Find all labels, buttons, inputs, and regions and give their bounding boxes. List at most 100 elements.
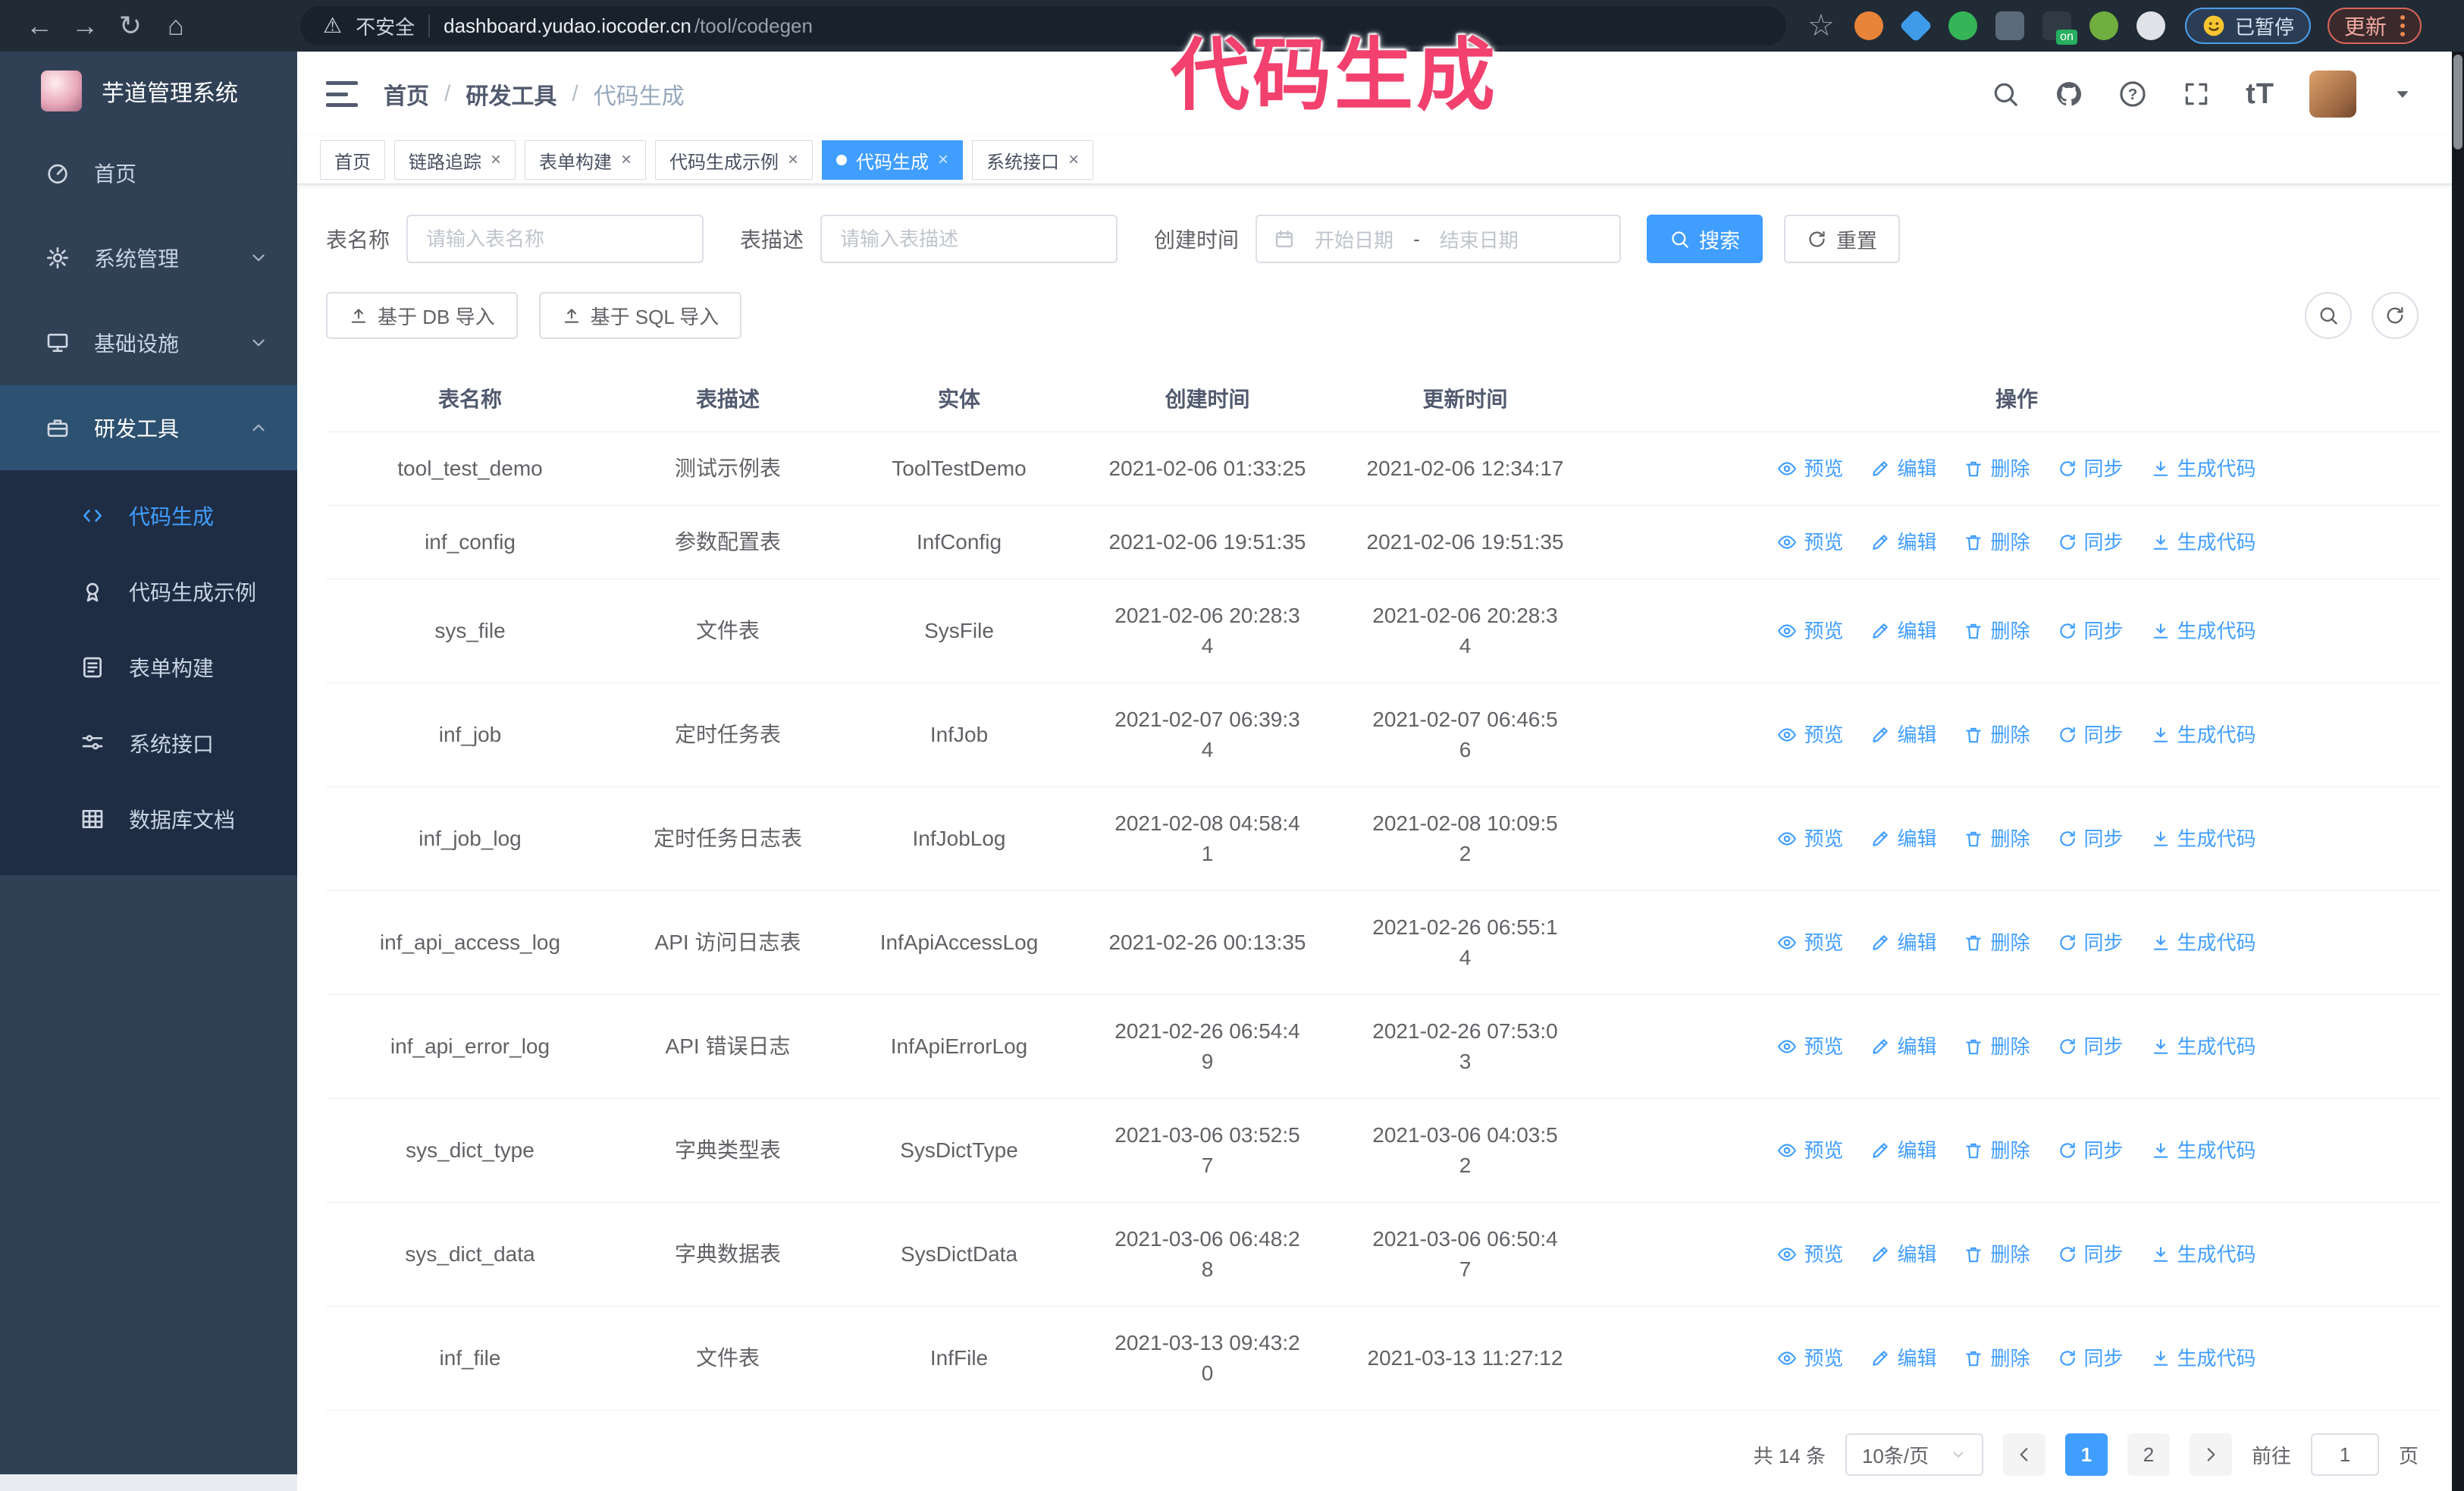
action-edit[interactable]: 编辑 [1870, 1343, 1936, 1373]
scrollbar-thumb[interactable] [2453, 55, 2462, 149]
back-icon[interactable]: ← [20, 6, 59, 46]
action-sync[interactable]: 同步 [2058, 454, 2124, 484]
action-delete[interactable]: 删除 [1964, 824, 2030, 854]
sidebar-submenu-item[interactable]: 代码生成 [0, 478, 297, 554]
green-check-extension-icon[interactable] [1948, 11, 1977, 40]
font-size-icon[interactable]: tT [2246, 80, 2274, 108]
action-download[interactable]: 生成代码 [2151, 720, 2256, 750]
page-number-button[interactable]: 2 [2127, 1433, 2170, 1476]
action-delete[interactable]: 删除 [1964, 928, 2030, 958]
sidebar-item-dashboard[interactable]: 首页 [0, 130, 297, 215]
action-download[interactable]: 生成代码 [2151, 1135, 2256, 1166]
sidebar-submenu-item[interactable]: 系统接口 [0, 705, 297, 781]
tab[interactable]: 链路追踪 × [394, 140, 516, 180]
grid-drop-extension-icon[interactable] [1995, 11, 2024, 40]
sidebar-item-toolbox[interactable]: 研发工具 [0, 385, 297, 470]
action-eye[interactable]: 预览 [1777, 1135, 1843, 1166]
table-row[interactable]: sys_dict_type 字典类型表 SysDictType 2021-03-… [326, 1099, 2441, 1203]
toggle-search-button[interactable] [2305, 292, 2352, 339]
hamburger-icon[interactable] [326, 81, 358, 107]
orange-extension-icon[interactable] [1854, 11, 1883, 40]
goto-page-input[interactable] [2310, 1433, 2379, 1476]
table-row[interactable]: sys_file 文件表 SysFile 2021-02-06 20:28:3 … [326, 579, 2441, 683]
action-eye[interactable]: 预览 [1777, 824, 1843, 854]
fullscreen-icon[interactable] [2182, 80, 2211, 108]
refresh-button[interactable] [2372, 292, 2419, 339]
action-sync[interactable]: 同步 [2058, 527, 2124, 557]
tab[interactable]: 表单构建 × [525, 140, 647, 180]
import-sql-button[interactable]: 基于 SQL 导入 [538, 292, 742, 339]
forward-icon[interactable]: → [65, 6, 105, 46]
page-number-button[interactable]: 1 [2064, 1433, 2108, 1476]
sidebar-item-gear[interactable]: 系统管理 [0, 215, 297, 300]
action-delete[interactable]: 删除 [1964, 720, 2030, 750]
table-row[interactable]: inf_config 参数配置表 InfConfig 2021-02-06 19… [326, 506, 2441, 579]
action-edit[interactable]: 编辑 [1870, 1239, 1936, 1270]
reset-button[interactable]: 重置 [1784, 215, 1901, 263]
profile-paused-chip[interactable]: 已暂停 [2184, 8, 2311, 44]
close-icon[interactable]: × [938, 149, 948, 171]
action-sync[interactable]: 同步 [2058, 720, 2124, 750]
address-bar[interactable]: ⚠ 不安全 dashboard.yudao.iocoder.cn /tool/c… [300, 6, 1786, 46]
user-avatar[interactable] [2309, 71, 2356, 118]
tab[interactable]: 系统接口 × [972, 140, 1094, 180]
action-sync[interactable]: 同步 [2058, 616, 2124, 646]
close-icon[interactable]: × [491, 149, 501, 171]
prev-page-button[interactable] [2002, 1433, 2045, 1476]
action-edit[interactable]: 编辑 [1870, 527, 1936, 557]
action-edit[interactable]: 编辑 [1870, 824, 1936, 854]
dark-on-extension-icon[interactable]: on [2042, 11, 2077, 45]
page-size-select[interactable]: 10条/页 [1845, 1433, 1983, 1476]
breadcrumb-home[interactable]: 首页 [384, 77, 429, 111]
action-edit[interactable]: 编辑 [1870, 720, 1936, 750]
kebab-menu-icon[interactable] [2400, 15, 2405, 36]
table-row[interactable]: tool_test_demo 测试示例表 ToolTestDemo 2021-0… [326, 432, 2441, 506]
tab[interactable]: 代码生成 × [822, 140, 964, 180]
action-delete[interactable]: 删除 [1964, 1135, 2030, 1166]
action-delete[interactable]: 删除 [1964, 527, 2030, 557]
action-download[interactable]: 生成代码 [2151, 1343, 2256, 1373]
search-icon[interactable] [1991, 80, 2020, 108]
github-icon[interactable] [2055, 80, 2083, 108]
action-download[interactable]: 生成代码 [2151, 928, 2256, 958]
action-download[interactable]: 生成代码 [2151, 824, 2256, 854]
action-download[interactable]: 生成代码 [2151, 1031, 2256, 1062]
close-icon[interactable]: × [788, 149, 798, 171]
browser-update-button[interactable]: 更新 [2327, 8, 2422, 44]
help-icon[interactable]: ? [2118, 80, 2147, 108]
action-download[interactable]: 生成代码 [2151, 616, 2256, 646]
sidebar-submenu-item[interactable]: 代码生成示例 [0, 554, 297, 629]
sidebar-item-monitor[interactable]: 基础设施 [0, 300, 297, 385]
page-scrollbar[interactable] [2452, 52, 2464, 1491]
breadcrumb-parent[interactable]: 研发工具 [466, 77, 556, 111]
table-row[interactable]: inf_file 文件表 InfFile 2021-03-13 09:43:2 … [326, 1307, 2441, 1411]
table-name-input[interactable] [406, 215, 704, 263]
action-edit[interactable]: 编辑 [1870, 454, 1936, 484]
action-sync[interactable]: 同步 [2058, 1239, 2124, 1270]
tab[interactable]: 代码生成示例 × [655, 140, 813, 180]
action-sync[interactable]: 同步 [2058, 1343, 2124, 1373]
action-download[interactable]: 生成代码 [2151, 454, 2256, 484]
action-eye[interactable]: 预览 [1777, 928, 1843, 958]
action-eye[interactable]: 预览 [1777, 1343, 1843, 1373]
tab[interactable]: 首页 [320, 140, 385, 180]
action-sync[interactable]: 同步 [2058, 928, 2124, 958]
action-sync[interactable]: 同步 [2058, 824, 2124, 854]
bookmark-star-icon[interactable]: ☆ [1807, 8, 1835, 43]
close-icon[interactable]: × [1068, 149, 1079, 171]
table-desc-input[interactable] [820, 215, 1118, 263]
action-edit[interactable]: 编辑 [1870, 1135, 1936, 1166]
import-db-button[interactable]: 基于 DB 导入 [326, 292, 518, 339]
action-delete[interactable]: 删除 [1964, 454, 2030, 484]
reload-icon[interactable]: ↻ [111, 6, 150, 46]
date-range-picker[interactable]: 开始日期 - 结束日期 [1256, 215, 1622, 263]
action-eye[interactable]: 预览 [1777, 1239, 1843, 1270]
table-row[interactable]: inf_job_log 定时任务日志表 InfJobLog 2021-02-08… [326, 787, 2441, 891]
close-icon[interactable]: × [621, 149, 632, 171]
action-edit[interactable]: 编辑 [1870, 1031, 1936, 1062]
action-sync[interactable]: 同步 [2058, 1135, 2124, 1166]
table-row[interactable]: inf_api_error_log API 错误日志 InfApiErrorLo… [326, 995, 2441, 1099]
action-sync[interactable]: 同步 [2058, 1031, 2124, 1062]
action-edit[interactable]: 编辑 [1870, 928, 1936, 958]
sidebar-submenu-item[interactable]: 表单构建 [0, 629, 297, 705]
